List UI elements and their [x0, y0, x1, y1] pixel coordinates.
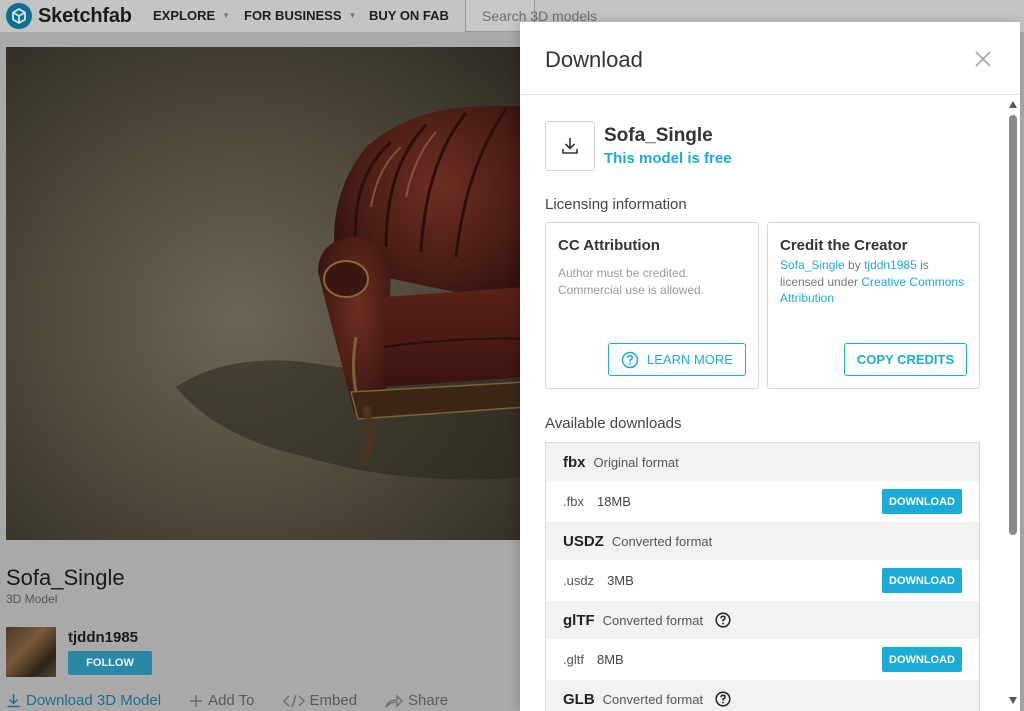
download-3d-model-label: Download 3D Model [26, 692, 162, 709]
chevron-down-icon: ▼ [222, 11, 231, 20]
embed-button[interactable]: Embed [282, 692, 358, 709]
format-row-usdz: .usdz 3MB DOWNLOAD [546, 560, 979, 601]
downloads-list: fbx Original format .fbx 18MB DOWNLOAD U… [545, 442, 980, 711]
format-name: fbx [563, 453, 586, 471]
model-title: Sofa_Single [6, 565, 125, 590]
help-icon[interactable] [715, 691, 731, 707]
nav-buy-on-fab-label: BUY ON FAB [369, 8, 449, 23]
download-modal: Download Sofa_Single This model is free … [520, 22, 1020, 711]
licensing-heading: Licensing information [545, 196, 687, 213]
modal-header: Download [520, 22, 1020, 95]
learn-more-label: LEARN MORE [647, 352, 733, 367]
model-summary: Sofa_Single This model is free [545, 121, 732, 171]
nav-for-business-label: FOR BUSINESS [244, 8, 342, 23]
file-size: 18MB [596, 494, 631, 509]
file-extension: .gltf [563, 652, 584, 667]
format-name: USDZ [563, 532, 604, 550]
format-description: Original format [593, 454, 679, 470]
file-extension: .fbx [563, 494, 584, 509]
model-name-block: Sofa_Single This model is free [604, 125, 732, 167]
download-fbx-button[interactable]: DOWNLOAD [882, 489, 962, 514]
nav-explore[interactable]: EXPLORE ▼ [153, 8, 230, 23]
model-viewer[interactable] [6, 47, 526, 540]
downloads-heading: Available downloads [545, 415, 682, 432]
author-name[interactable]: tjddn1985 [68, 629, 138, 646]
format-description: Converted format [602, 691, 704, 707]
help-icon[interactable] [715, 612, 731, 628]
close-button[interactable] [972, 48, 994, 70]
license-line-2: Commercial use is allowed. [558, 283, 705, 297]
modal-title: Download [545, 47, 643, 72]
file-size: 3MB [607, 573, 634, 588]
sketchfab-logo-icon [6, 3, 32, 29]
file-extension: .usdz [563, 573, 595, 588]
format-name: GLB [563, 690, 595, 708]
download-icon [7, 694, 20, 708]
credit-by: by [844, 258, 865, 272]
follow-button[interactable]: FOLLOW [68, 651, 152, 675]
format-name: glTF [563, 611, 595, 629]
format-row-fbx: .fbx 18MB DOWNLOAD [546, 481, 979, 522]
free-model-label: This model is free [604, 150, 732, 167]
credit-author-link[interactable]: tjddn1985 [864, 258, 917, 272]
modal-model-name: Sofa_Single [604, 125, 713, 146]
add-to-label: Add To [208, 692, 255, 709]
download-3d-model-button[interactable]: Download 3D Model [6, 692, 161, 709]
credit-model-link[interactable]: Sofa_Single [780, 258, 845, 272]
download-icon [562, 138, 578, 154]
format-header-fbx: fbx Original format [546, 443, 979, 481]
plus-icon [190, 694, 203, 707]
model-actions: Download 3D Model Add To Embed Share [6, 692, 476, 709]
credit-title: Credit the Creator [780, 237, 908, 254]
nav-explore-label: EXPLORE [153, 8, 216, 23]
close-icon [975, 51, 991, 67]
sofa-model-render [176, 106, 526, 480]
learn-more-button[interactable]: LEARN MORE [608, 343, 746, 376]
modal-scrollbar[interactable] [1006, 97, 1020, 711]
license-description: Author must be credited. Commercial use … [558, 265, 748, 299]
model-subtitle: 3D Model [6, 592, 58, 606]
nav-buy-on-fab[interactable]: BUY ON FAB [369, 8, 449, 23]
file-size: 8MB [596, 652, 624, 667]
download-icon-box [545, 121, 595, 171]
format-description: Converted format [611, 533, 713, 549]
format-description: Converted format [602, 612, 704, 628]
format-header-glb: GLB Converted format [546, 680, 979, 711]
question-circle-icon [621, 351, 639, 368]
credit-card: Credit the Creator Sofa_Single by tjddn1… [767, 222, 980, 389]
scroll-down-arrow-icon[interactable] [1009, 697, 1017, 704]
download-usdz-button[interactable]: DOWNLOAD [882, 568, 962, 593]
share-label: Share [408, 692, 449, 709]
logo-text: Sketchfab [38, 4, 132, 27]
nav-for-business[interactable]: FOR BUSINESS ▼ [244, 8, 356, 23]
format-header-gltf: glTF Converted format [546, 601, 979, 639]
sketchfab-logo[interactable]: Sketchfab [6, 3, 132, 29]
license-title: CC Attribution [558, 237, 660, 254]
copy-credits-button[interactable]: COPY CREDITS [844, 343, 967, 376]
share-button[interactable]: Share [385, 692, 448, 709]
add-to-button[interactable]: Add To [189, 692, 255, 709]
credit-text: Sofa_Single by tjddn1985 is licensed und… [780, 257, 975, 307]
share-icon [385, 693, 403, 708]
code-icon [282, 694, 305, 707]
license-card: CC Attribution Author must be credited. … [545, 222, 759, 389]
format-row-gltf: .gltf 8MB DOWNLOAD [546, 639, 979, 680]
download-gltf-button[interactable]: DOWNLOAD [882, 647, 962, 672]
avatar[interactable] [6, 627, 56, 677]
scroll-up-arrow-icon[interactable] [1009, 101, 1017, 108]
format-header-usdz: USDZ Converted format [546, 522, 979, 560]
license-line-1: Author must be credited. [558, 266, 689, 280]
chevron-down-icon: ▼ [348, 11, 357, 20]
embed-label: Embed [309, 692, 358, 709]
scroll-thumb[interactable] [1009, 115, 1017, 535]
